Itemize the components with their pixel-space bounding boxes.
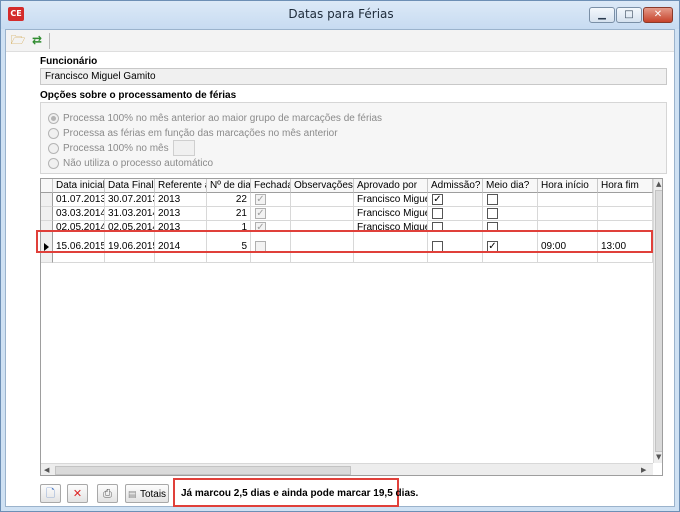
half-day-checkbox[interactable] (487, 208, 498, 219)
column-header[interactable]: Observações (291, 179, 354, 193)
new-document-icon: 🗋 (46, 487, 55, 500)
employee-field[interactable]: Francisco Miguel Gamito (40, 68, 667, 85)
cell-end-time[interactable] (598, 207, 653, 221)
month-input[interactable] (173, 140, 195, 156)
delete-x-icon: ✕ (72, 487, 83, 500)
minimize-button[interactable]: ▁ (589, 7, 615, 23)
maximize-button[interactable]: □ (616, 7, 642, 23)
cell-admission[interactable] (428, 207, 483, 221)
closed-checkbox[interactable]: ✓ (255, 194, 266, 205)
cell-end-date[interactable]: 31.03.2014 (105, 207, 155, 221)
column-header[interactable]: Hora início (538, 179, 598, 193)
cell-start-date[interactable]: 01.07.2013 (53, 193, 105, 207)
column-header[interactable]: Referente a (155, 179, 207, 193)
cell-observations[interactable] (291, 207, 354, 221)
cell-start-date[interactable]: 03.03.2014 (53, 207, 105, 221)
scroll-down-icon[interactable]: ▼ (656, 452, 661, 462)
column-header[interactable]: Hora fim (598, 179, 653, 193)
cell-approved-by[interactable]: Francisco Miguel (354, 207, 428, 221)
printer-icon: ⎙ (103, 487, 112, 500)
radio-button[interactable] (48, 113, 59, 124)
totals-label: Totais (139, 489, 167, 500)
vertical-scrollbar[interactable]: ▲ ▼ (653, 179, 662, 463)
admission-checkbox[interactable] (432, 208, 443, 219)
column-header[interactable]: Fechada (251, 179, 291, 193)
radio-button[interactable] (48, 128, 59, 139)
cell-days[interactable]: 22 (207, 193, 251, 207)
cell-end-date[interactable]: 30.07.2013 (105, 193, 155, 207)
cell-end-time[interactable] (598, 193, 653, 207)
cell-start-time[interactable] (538, 193, 598, 207)
vacation-grid[interactable]: Data inicial Data Final Referente a Nº d… (40, 178, 663, 476)
grid-corner (41, 179, 53, 193)
horizontal-scrollbar[interactable]: ◀ ▶ (41, 463, 653, 475)
dialog-body: 🗁 ⇄ Funcionário Francisco Miguel Gamito … (5, 29, 675, 507)
title-bar[interactable]: CE Datas para Férias ▁ □ ✕ (1, 1, 679, 29)
close-button[interactable]: ✕ (643, 7, 673, 23)
refresh-icon[interactable]: ⇄ (29, 33, 45, 48)
options-group: Processa 100% no mês anterior ao maior g… (40, 102, 667, 174)
cell-start-time[interactable] (538, 207, 598, 221)
highlighted-row-outline (36, 230, 653, 253)
scroll-left-icon[interactable]: ◀ (44, 465, 49, 475)
radio-button[interactable] (48, 143, 59, 154)
table-row[interactable]: 01.07.2013 30.07.2013 2013 22 ✓ Francisc… (41, 193, 654, 207)
half-day-checkbox[interactable] (487, 194, 498, 205)
window-title: Datas para Férias (288, 7, 394, 21)
row-indicator[interactable] (41, 193, 53, 207)
status-message: Já marcou 2,5 dias e ainda pode marcar 1… (181, 488, 419, 499)
employee-label: Funcionário (40, 56, 98, 67)
totals-icon: ▤ (127, 490, 137, 500)
scroll-thumb[interactable] (55, 466, 351, 475)
options-label: Opções sobre o processamento de férias (40, 90, 237, 101)
status-message-box: Já marcou 2,5 dias e ainda pode marcar 1… (173, 478, 418, 507)
toolbar-separator (49, 33, 50, 49)
closed-checkbox[interactable]: ✓ (255, 208, 266, 219)
radio-button[interactable] (48, 158, 59, 169)
scroll-up-icon[interactable]: ▲ (656, 179, 661, 189)
cell-closed[interactable]: ✓ (251, 207, 291, 221)
print-button[interactable]: ⎙ (97, 484, 118, 503)
totals-button[interactable]: ▤ Totais (125, 484, 169, 503)
open-folder-icon[interactable]: 🗁 (10, 33, 26, 48)
app-window: CE Datas para Férias ▁ □ ✕ 🗁 ⇄ Funcionár… (0, 0, 680, 512)
cell-reference[interactable]: 2013 (155, 193, 207, 207)
column-header[interactable]: Aprovado por (354, 179, 428, 193)
cell-days[interactable]: 21 (207, 207, 251, 221)
scroll-right-icon[interactable]: ▶ (641, 465, 646, 475)
delete-button[interactable]: ✕ (67, 484, 88, 503)
admission-checkbox[interactable]: ✓ (432, 194, 443, 205)
row-indicator[interactable] (41, 207, 53, 221)
column-header[interactable]: Data inicial (53, 179, 105, 193)
cell-approved-by[interactable]: Francisco Miguel (354, 193, 428, 207)
new-button[interactable]: 🗋 (40, 484, 61, 503)
cell-reference[interactable]: 2013 (155, 207, 207, 221)
column-header[interactable]: Data Final (105, 179, 155, 193)
cell-admission[interactable]: ✓ (428, 193, 483, 207)
option-processa-100-no-mes[interactable]: Processa 100% no mês (48, 140, 208, 156)
cell-half-day[interactable] (483, 193, 538, 207)
cell-observations[interactable] (291, 193, 354, 207)
column-header[interactable]: Nº de dias (207, 179, 251, 193)
toolbar: 🗁 ⇄ (6, 30, 674, 52)
cell-half-day[interactable] (483, 207, 538, 221)
table-row[interactable]: 03.03.2014 31.03.2014 2013 21 ✓ Francisc… (41, 207, 654, 221)
scroll-thumb[interactable] (655, 190, 662, 452)
column-header[interactable]: Meio dia? (483, 179, 538, 193)
column-header[interactable]: Admissão? (428, 179, 483, 193)
cell-closed[interactable]: ✓ (251, 193, 291, 207)
